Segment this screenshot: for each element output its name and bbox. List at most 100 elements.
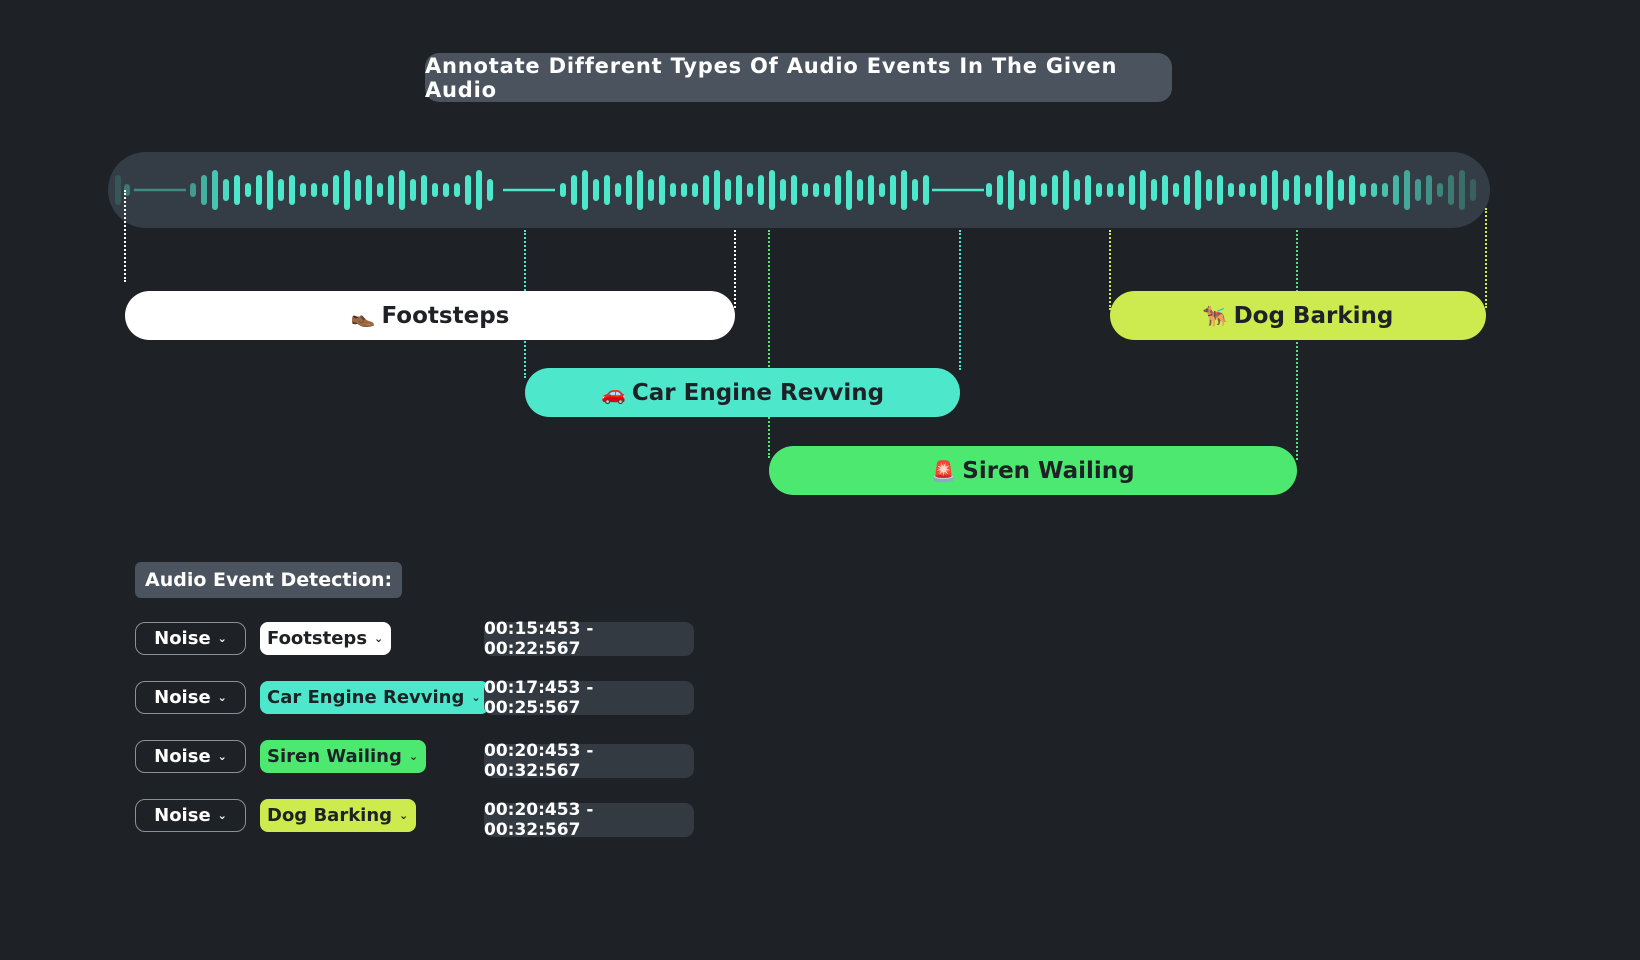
waveform-bar	[659, 175, 665, 205]
waveform-bar	[1096, 183, 1102, 197]
waveform-bar	[1217, 175, 1223, 205]
event-label-dropdown[interactable]: Dog Barking ⌄	[260, 799, 417, 832]
waveform-bar	[256, 175, 262, 205]
waveform-bar	[1382, 183, 1388, 197]
category-dropdown[interactable]: Noise ⌄	[135, 740, 246, 773]
category-dropdown[interactable]: Noise ⌄	[135, 681, 246, 714]
waveform-bar	[879, 183, 885, 197]
waveform-bar	[1283, 179, 1289, 201]
waveform-bar	[1327, 170, 1333, 210]
waveform-bar	[1041, 183, 1047, 197]
waveform-bar	[399, 170, 405, 210]
chevron-down-icon: ⌄	[217, 809, 227, 822]
waveform-bar	[1371, 183, 1377, 197]
waveform-bar	[278, 179, 284, 201]
waveform-bar	[487, 179, 493, 201]
waveform-bar	[1349, 175, 1355, 205]
waveform-bar	[1085, 175, 1091, 205]
chevron-down-icon: ⌄	[217, 632, 227, 645]
dog-end-guide	[1485, 208, 1487, 308]
category-value: Noise	[154, 805, 211, 826]
waveform-bar	[1162, 175, 1168, 205]
siren-end-guide	[1296, 230, 1298, 460]
waveform-bar	[857, 179, 863, 201]
chevron-down-icon: ⌄	[374, 632, 384, 645]
waveform-bar	[615, 183, 621, 197]
event-label-dropdown[interactable]: Footsteps ⌄	[260, 622, 392, 655]
waveform-bar	[1294, 175, 1300, 205]
time-range: 00:20:453 - 00:32:567	[484, 800, 694, 840]
dog-icon: 🐕‍🦺	[1202, 303, 1228, 328]
event-label-dropdown[interactable]: Siren Wailing ⌄	[260, 740, 427, 773]
waveform-bar	[1030, 175, 1036, 205]
waveform-bar	[736, 175, 742, 205]
footsteps-end-guide	[734, 230, 736, 308]
waveform-bar	[1228, 183, 1234, 197]
event-pill-footsteps[interactable]: 👞 Footsteps	[125, 291, 735, 340]
waveform-bar	[791, 175, 797, 205]
waveform-bar	[560, 183, 566, 197]
waveform-bar	[234, 175, 240, 205]
waveform-bar	[912, 179, 918, 201]
event-pill-car-engine[interactable]: 🚗 Car Engine Revving	[525, 368, 960, 417]
waveform-bar	[1459, 170, 1465, 210]
waveform-bar	[997, 175, 1003, 205]
car-end-guide	[959, 230, 961, 370]
event-label: Siren Wailing	[962, 457, 1135, 484]
detection-heading: Audio Event Detection:	[135, 562, 403, 598]
chevron-down-icon: ⌄	[217, 750, 227, 763]
event-label-value: Siren Wailing	[267, 746, 402, 767]
event-pill-dog-barking[interactable]: 🐕‍🦺 Dog Barking	[1110, 291, 1486, 340]
waveform-bar	[1074, 179, 1080, 201]
event-label-value: Footsteps	[267, 628, 368, 649]
time-range: 00:20:453 - 00:32:567	[484, 741, 694, 781]
waveform-graphic	[115, 170, 1476, 210]
waveform-bar	[747, 183, 753, 197]
waveform-bar	[648, 179, 654, 201]
waveform-bar	[212, 170, 218, 210]
waveform-bar	[366, 175, 372, 205]
waveform-bar	[1426, 175, 1432, 205]
waveform-bar	[1272, 170, 1278, 210]
waveform-bar	[1063, 170, 1069, 210]
waveform-bar	[289, 175, 295, 205]
waveform-bar	[1250, 183, 1256, 197]
waveform-bar	[300, 183, 306, 197]
waveform-bar	[769, 170, 775, 210]
event-label-dropdown[interactable]: Car Engine Revving ⌄	[260, 681, 489, 714]
audio-waveform[interactable]	[108, 152, 1490, 228]
waveform-bar	[201, 175, 207, 205]
siren-start-guide	[768, 230, 770, 458]
waveform-bar	[333, 175, 339, 205]
waveform-bar	[465, 175, 471, 205]
waveform-bar	[1019, 179, 1025, 201]
waveform-bar	[703, 175, 709, 205]
chevron-down-icon: ⌄	[399, 809, 409, 822]
waveform-bar	[311, 183, 317, 197]
waveform-bar	[758, 175, 764, 205]
waveform-bar	[670, 183, 676, 197]
waveform-bar	[267, 170, 273, 210]
dog-start-guide	[1109, 230, 1111, 310]
waveform-bar	[322, 183, 328, 197]
waveform-bar	[454, 183, 460, 197]
waveform-bar	[692, 183, 698, 197]
category-dropdown[interactable]: Noise ⌄	[135, 799, 246, 832]
waveform-bar	[824, 183, 830, 197]
waveform-bar	[1151, 179, 1157, 201]
waveform-bar	[1052, 175, 1058, 205]
chevron-down-icon: ⌄	[471, 691, 481, 704]
waveform-bar	[1107, 183, 1113, 197]
waveform-bar	[1261, 175, 1267, 205]
waveform-bar	[890, 175, 896, 205]
waveform-bar	[1129, 175, 1135, 205]
waveform-bar	[355, 179, 361, 201]
waveform-bar	[1173, 183, 1179, 197]
waveform-bar	[571, 175, 577, 205]
category-dropdown[interactable]: Noise ⌄	[135, 622, 246, 655]
waveform-bar	[388, 175, 394, 205]
waveform-bar	[813, 183, 819, 197]
waveform-bar	[190, 183, 196, 197]
event-pill-siren[interactable]: 🚨 Siren Wailing	[769, 446, 1297, 495]
waveform-bar	[593, 179, 599, 201]
